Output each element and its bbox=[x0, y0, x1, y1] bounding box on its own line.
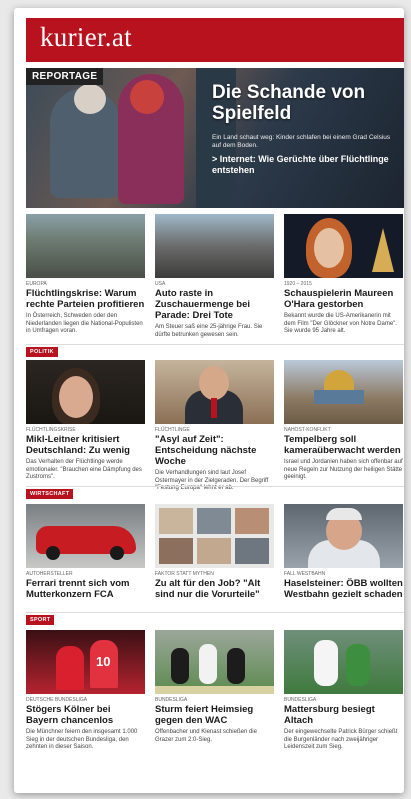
article-kicker: BUNDESLIGA bbox=[155, 697, 188, 703]
portrait-face bbox=[314, 228, 344, 268]
article-image[interactable] bbox=[284, 504, 403, 568]
car-wheel bbox=[110, 546, 124, 560]
article-desc: Die Münchner feiern den insgesamt 1.000 … bbox=[26, 729, 138, 750]
portrait-tie bbox=[211, 398, 217, 418]
article-kicker: FLÜCHTLINGE bbox=[155, 427, 190, 433]
article-card[interactable]: FAKTOR STATT MYTHEN Zu alt für den Job? … bbox=[155, 504, 274, 600]
article-title[interactable]: Auto raste in Zuschauermenge bei Parade:… bbox=[155, 288, 274, 321]
photo-tile bbox=[235, 508, 269, 534]
player bbox=[314, 640, 338, 686]
article-desc: Das Verhalten der Flüchtlinge werde emot… bbox=[26, 459, 142, 480]
article-card[interactable]: NAHOST-KONFLIKT Tempelberg soll kameraüb… bbox=[284, 360, 403, 482]
section-tag-politik[interactable]: POLITIK bbox=[26, 347, 58, 357]
article-kicker: FAKTOR STATT MYTHEN bbox=[155, 571, 214, 577]
article-image[interactable] bbox=[155, 214, 274, 278]
page: kurier.at REPORTAGE Die Schande von Spie… bbox=[14, 8, 404, 793]
article-image[interactable] bbox=[26, 360, 145, 424]
article-kicker: FLÜCHTLINGSKRISE bbox=[26, 427, 76, 433]
portrait-hair bbox=[326, 508, 362, 520]
article-card[interactable]: 10 DEUTSCHE BUNDESLIGA Stögers Kölner be… bbox=[26, 630, 145, 752]
article-desc: Der eingewechselte Patrick Bürger schieß… bbox=[284, 729, 398, 750]
article-card[interactable]: FALL WESTBAHN Haselsteiner: ÖBB wollten … bbox=[284, 504, 403, 600]
article-card[interactable]: BUNDESLIGA Mattersburg besiegt Altach De… bbox=[284, 630, 403, 752]
advert-board bbox=[155, 686, 274, 694]
jersey-number: 10 bbox=[96, 654, 111, 669]
article-card[interactable]: USA Auto raste in Zuschauermenge bei Par… bbox=[155, 214, 274, 339]
article-title[interactable]: Flüchtlingskrise: Warum rechte Parteien … bbox=[26, 288, 145, 310]
player bbox=[346, 644, 370, 686]
article-image[interactable] bbox=[26, 214, 145, 278]
article-card[interactable]: AUTOHERSTELLER Ferrari trennt sich vom M… bbox=[26, 504, 145, 600]
article-image[interactable] bbox=[155, 504, 274, 568]
hero-child-hat bbox=[130, 80, 164, 114]
article-image[interactable] bbox=[284, 214, 403, 278]
article-desc: Offenbacher und Kienast schießen die Gra… bbox=[155, 729, 257, 743]
article-image[interactable] bbox=[26, 504, 145, 568]
article-image[interactable] bbox=[284, 630, 403, 694]
article-desc: In Österreich, Schweden oder den Niederl… bbox=[26, 313, 143, 334]
article-card[interactable]: 1920 – 2015 Schauspielerin Maureen O'Har… bbox=[284, 214, 403, 336]
hero-article[interactable]: REPORTAGE Die Schande von Spielfeld Ein … bbox=[26, 68, 404, 208]
article-desc: Die Verhandlungen sind laut Josef Osterm… bbox=[155, 470, 269, 491]
article-desc: Israel und Jordanien haben sich offenbar… bbox=[284, 459, 403, 480]
oscar-statue bbox=[372, 228, 394, 272]
article-title[interactable]: Mikl-Leitner kritisiert Deutschland: Zu … bbox=[26, 434, 145, 456]
hero-tag: REPORTAGE bbox=[26, 68, 104, 85]
photo-tile bbox=[159, 538, 193, 564]
portrait-face bbox=[59, 376, 93, 418]
player bbox=[56, 646, 84, 690]
article-card[interactable]: FLÜCHTLINGSKRISE Mikl-Leitner kritisiert… bbox=[26, 360, 145, 482]
hero-teaser: Ein Land schaut weg: Kinder schlafen bei… bbox=[212, 134, 391, 149]
article-kicker: 1920 – 2015 bbox=[284, 281, 312, 287]
dome-base bbox=[314, 390, 364, 404]
photo-tile bbox=[197, 538, 231, 564]
article-kicker: AUTOHERSTELLER bbox=[26, 571, 73, 577]
article-title[interactable]: Zu alt für den Job? "Alt sind nur die Vo… bbox=[155, 578, 274, 600]
article-title[interactable]: Tempelberg soll kameraüberwacht werden bbox=[284, 434, 403, 456]
hero-figure-head bbox=[74, 84, 106, 114]
article-desc: Am Steuer saß eine 25-jährige Frau. Sie … bbox=[155, 324, 263, 338]
article-kicker: NAHOST-KONFLIKT bbox=[284, 427, 331, 433]
article-kicker: DEUTSCHE BUNDESLIGA bbox=[26, 697, 88, 703]
article-card[interactable]: EUROPA Flüchtlingskrise: Warum rechte Pa… bbox=[26, 214, 145, 336]
masthead: kurier.at bbox=[26, 18, 404, 62]
photo-tile bbox=[235, 538, 269, 564]
article-desc: Bekannt wurde die US-Amerikanerin mit de… bbox=[284, 313, 397, 334]
dome bbox=[324, 370, 354, 392]
article-image[interactable] bbox=[155, 360, 274, 424]
section-divider bbox=[26, 344, 404, 345]
section-divider bbox=[26, 486, 404, 487]
portrait-face bbox=[199, 366, 229, 400]
article-title[interactable]: Mattersburg besiegt Altach bbox=[284, 704, 403, 726]
article-image[interactable] bbox=[284, 360, 403, 424]
article-image[interactable]: 10 bbox=[26, 630, 145, 694]
section-tag-wirtschaft[interactable]: WIRTSCHAFT bbox=[26, 489, 74, 499]
site-logo[interactable]: kurier.at bbox=[40, 22, 132, 53]
article-title[interactable]: Ferrari trennt sich vom Mutterkonzern FC… bbox=[26, 578, 145, 600]
hero-headline[interactable]: Die Schande von Spielfeld bbox=[212, 82, 402, 124]
player bbox=[199, 644, 217, 684]
article-title[interactable]: Sturm feiert Heimsieg gegen den WAC bbox=[155, 704, 274, 726]
article-title[interactable]: Haselsteiner: ÖBB wollten Westbahn gezie… bbox=[284, 578, 403, 600]
player bbox=[171, 648, 189, 684]
article-title[interactable]: "Asyl auf Zeit": Entscheidung nächste Wo… bbox=[155, 434, 274, 467]
photo-tile bbox=[197, 508, 231, 534]
section-divider bbox=[26, 612, 404, 613]
article-title[interactable]: Stögers Kölner bei Bayern chancenlos bbox=[26, 704, 145, 726]
article-kicker: BUNDESLIGA bbox=[284, 697, 317, 703]
hero-related-link[interactable]: > Internet: Wie Gerüchte über Flüchtling… bbox=[212, 154, 400, 176]
photo-tile bbox=[159, 508, 193, 534]
section-tag-sport[interactable]: SPORT bbox=[26, 615, 55, 625]
article-image[interactable] bbox=[155, 630, 274, 694]
car-wheel bbox=[46, 546, 60, 560]
article-kicker: FALL WESTBAHN bbox=[284, 571, 326, 577]
article-kicker: EUROPA bbox=[26, 281, 47, 287]
article-card[interactable]: BUNDESLIGA Sturm feiert Heimsieg gegen d… bbox=[155, 630, 274, 744]
player bbox=[227, 648, 245, 684]
article-card[interactable]: FLÜCHTLINGE "Asyl auf Zeit": Entscheidun… bbox=[155, 360, 274, 493]
article-title[interactable]: Schauspielerin Maureen O'Hara gestorben bbox=[284, 288, 403, 310]
article-kicker: USA bbox=[155, 281, 166, 287]
